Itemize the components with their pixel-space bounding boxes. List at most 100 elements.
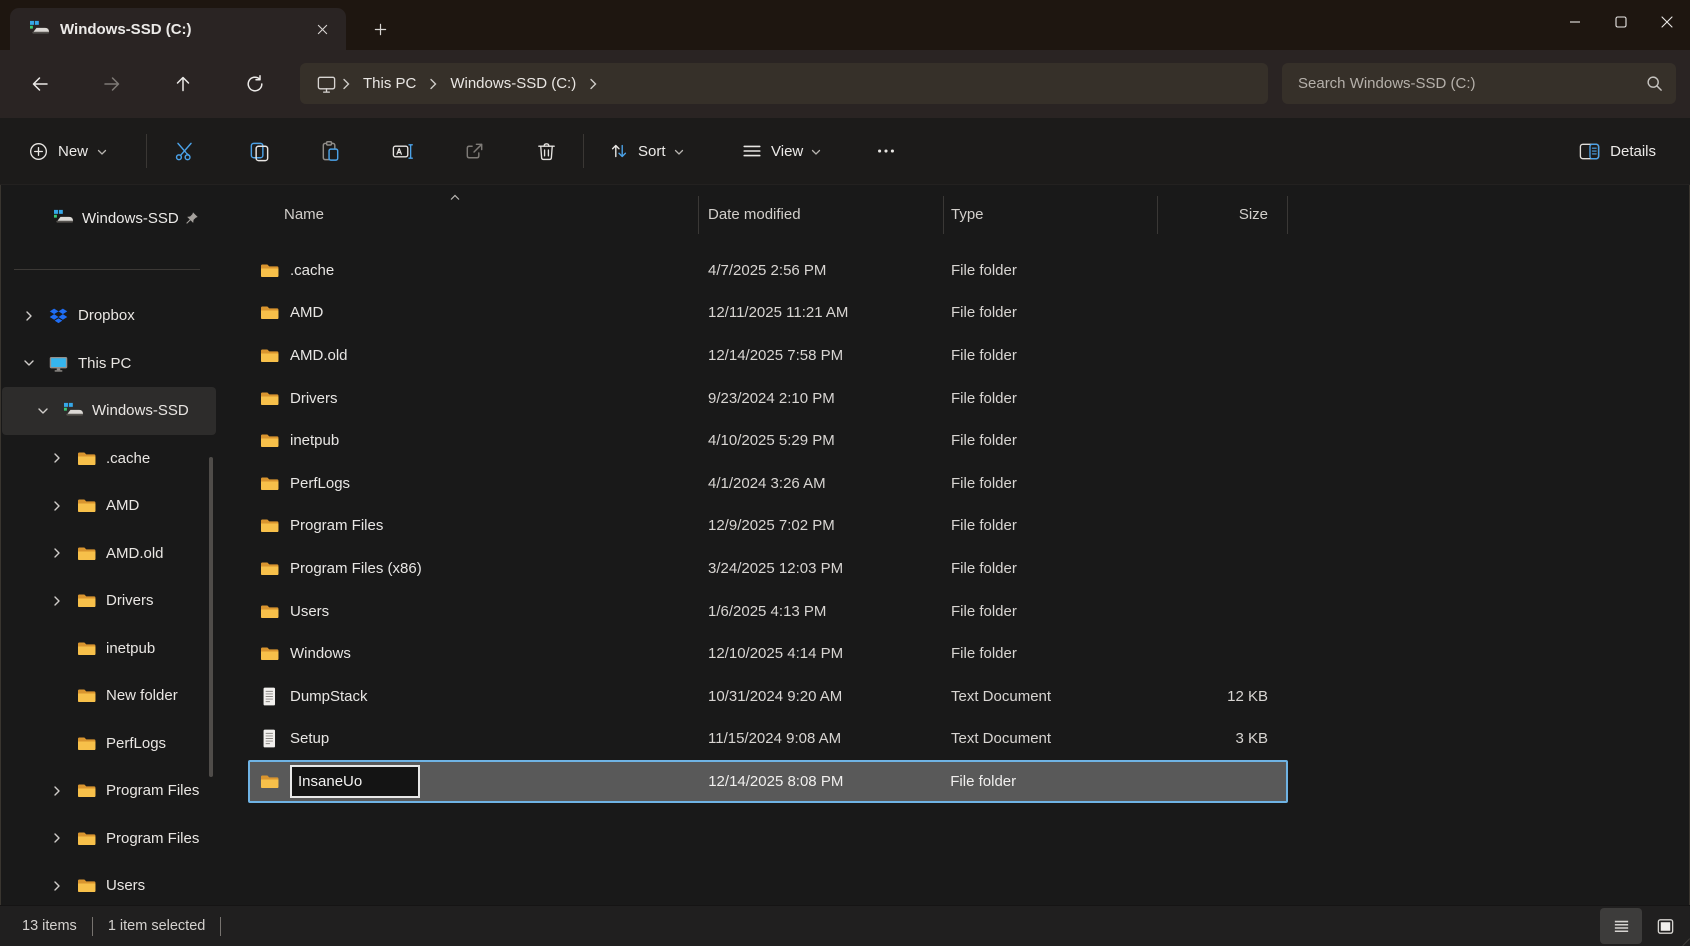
chevron-down-icon [811,149,821,156]
tree-chevron-icon[interactable] [44,737,76,749]
file-row[interactable]: Program Files (x86) 3/24/2025 12:03 PM F… [248,547,1288,590]
file-date-modified: 12/10/2025 4:14 PM [699,645,944,662]
monitor-icon [48,354,69,373]
sidebar-item-pinned-windows-ssd[interactable]: Windows-SSD (C:) [0,195,218,241]
sidebar-item[interactable]: AMD [2,482,216,530]
sidebar-item[interactable]: This PC [2,340,216,388]
tree-chevron-icon[interactable] [44,642,76,654]
tree-chevron-icon[interactable] [44,452,76,464]
tree-chevron-icon[interactable] [44,547,76,559]
sidebar-item[interactable]: inetpub [2,625,216,673]
column-header-type[interactable]: Type [944,189,1158,239]
folder-icon [258,430,280,452]
tree-chevron-icon[interactable] [44,832,76,844]
sidebar-item[interactable]: .cache [2,435,216,483]
more-options-button[interactable] [864,129,908,173]
tree-chevron-icon[interactable] [30,405,62,417]
file-explorer-window: Windows-SSD (C:) [0,0,1690,946]
tab-windows-ssd[interactable]: Windows-SSD (C:) [10,8,346,50]
view-button[interactable]: View [731,129,831,173]
monitor-icon[interactable] [316,74,337,94]
selected-file-row-renaming[interactable]: 12/14/2025 8:08 PM File folder [248,760,1288,803]
paste-button[interactable] [307,129,353,173]
sidebar-tree: Dropbox [0,292,218,905]
tree-chevron-icon[interactable] [44,785,76,797]
chevron-right-icon[interactable] [584,77,602,91]
file-type: File folder [944,347,1158,364]
tab-close-icon[interactable] [308,15,336,43]
column-header-date-modified[interactable]: Date modified [699,189,944,239]
folder-icon [76,782,97,799]
sidebar-item[interactable]: New folder [2,672,216,720]
file-row[interactable]: Program Files 12/9/2025 7:02 PM File fol… [248,505,1288,548]
copy-button[interactable] [236,129,282,173]
file-name: Windows [290,645,351,662]
forward-button[interactable] [94,66,130,102]
tree-chevron-icon[interactable] [44,500,76,512]
sidebar-item[interactable]: AMD.old [2,530,216,578]
file-size: 12 KB [1158,688,1288,705]
file-name: Drivers [290,390,338,407]
file-row[interactable]: DumpStack 10/31/2024 9:20 AM Text Docume… [248,675,1288,718]
tree-chevron-icon[interactable] [44,880,76,892]
sidebar-item[interactable]: Dropbox [2,292,216,340]
search-icon[interactable] [1645,74,1664,93]
maximize-button[interactable] [1598,0,1644,44]
minimize-button[interactable] [1552,0,1598,44]
close-button[interactable] [1644,0,1690,44]
sidebar-item[interactable]: PerfLogs [2,720,216,768]
up-button[interactable] [165,66,201,102]
titlebar[interactable]: Windows-SSD (C:) [0,0,1690,50]
file-type: File folder [944,390,1158,407]
file-row[interactable]: Setup 11/15/2024 9:08 AM Text Document 3… [248,718,1288,761]
folder-icon [258,472,280,494]
sidebar-item[interactable]: Windows-SSD [2,387,216,435]
rename-input[interactable] [290,765,420,798]
tree-chevron-icon[interactable] [16,357,48,369]
file-row[interactable]: inetpub 4/10/2025 5:29 PM File folder [248,419,1288,462]
delete-button[interactable] [523,129,569,173]
tree-chevron-icon[interactable] [44,690,76,702]
new-button[interactable]: New [18,129,117,173]
sidebar-scrollbar[interactable] [209,457,213,777]
rename-button[interactable] [379,129,425,173]
file-row[interactable]: .cache 4/7/2025 2:56 PM File folder [248,249,1288,292]
breadcrumb-windows-ssd[interactable]: Windows-SSD (C:) [442,75,584,92]
sidebar-item-label: Windows-SSD [92,402,188,419]
details-view-toggle[interactable] [1600,908,1642,944]
tree-chevron-icon[interactable] [16,310,48,322]
sidebar-item[interactable]: Drivers [2,577,216,625]
file-row[interactable]: AMD.old 12/14/2025 7:58 PM File folder [248,334,1288,377]
file-row[interactable]: Windows 12/10/2025 4:14 PM File folder [248,632,1288,675]
cut-button[interactable] [161,129,207,173]
address-bar[interactable]: This PC Windows-SSD (C:) [300,63,1268,104]
file-row[interactable]: PerfLogs 4/1/2024 3:26 AM File folder [248,462,1288,505]
sidebar-item[interactable]: Program Files (x86) [2,815,216,863]
column-header-size[interactable]: Size [1158,189,1288,239]
new-tab-button[interactable] [364,14,396,44]
chevron-right-icon[interactable] [337,77,355,91]
sidebar-item[interactable]: Users [2,862,216,905]
search-input[interactable] [1298,75,1645,92]
sort-button[interactable]: Sort [598,129,694,173]
breadcrumb-this-pc[interactable]: This PC [355,75,424,92]
window-controls [1552,0,1690,44]
file-row[interactable]: Users 1/6/2025 4:13 PM File folder [248,590,1288,633]
command-toolbar: New Sort [0,118,1690,185]
sort-arrows-icon [608,140,630,162]
sidebar-item-label: Program Files [106,782,199,799]
file-row[interactable]: Drivers 9/23/2024 2:10 PM File folder [248,377,1288,420]
back-button[interactable] [22,66,58,102]
file-row[interactable]: AMD 12/11/2025 11:21 AM File folder [248,292,1288,335]
view-toggles [1600,908,1682,944]
details-pane-button[interactable]: Details [1568,129,1666,173]
tree-chevron-icon[interactable] [44,595,76,607]
search-box[interactable] [1282,63,1676,104]
column-header-name[interactable]: Name [248,189,699,239]
refresh-button[interactable] [237,66,273,102]
navigation-bar: This PC Windows-SSD (C:) [0,50,1690,118]
sidebar-item[interactable]: Program Files [2,767,216,815]
file-date-modified: 12/11/2025 11:21 AM [699,304,944,321]
chevron-right-icon[interactable] [424,77,442,91]
share-button[interactable] [451,129,497,173]
